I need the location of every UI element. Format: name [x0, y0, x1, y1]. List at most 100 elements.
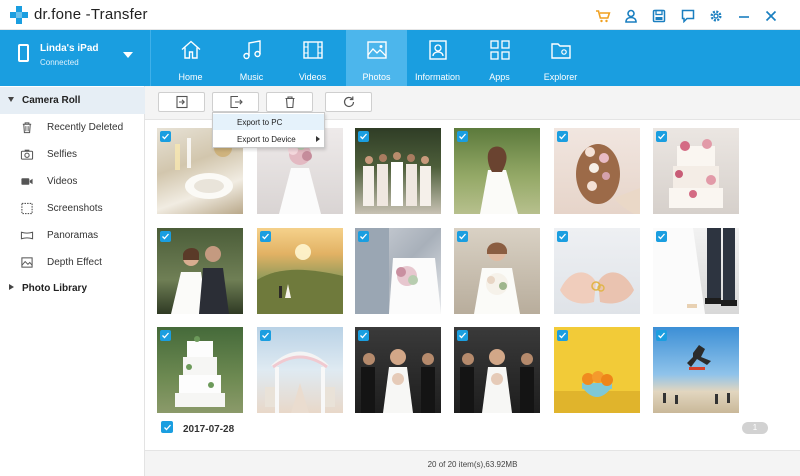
checkbox-icon[interactable]	[160, 330, 171, 341]
settings-icon[interactable]	[707, 7, 725, 25]
sidebar-item-label: Depth Effect	[47, 257, 102, 268]
menu-item-export-to-device[interactable]: Export to Device	[213, 131, 324, 147]
sidebar-item-recently-deleted[interactable]: Recently Deleted	[0, 114, 145, 141]
cart-icon[interactable]	[594, 7, 612, 25]
sidebar-item-camera-roll[interactable]: Camera Roll	[0, 87, 145, 114]
sidebar-item-label: Photo Library	[22, 283, 88, 294]
user-icon[interactable]	[622, 7, 640, 25]
checkbox-icon[interactable]	[457, 131, 468, 142]
photo-thumbnail[interactable]	[454, 327, 540, 413]
tab-apps[interactable]: Apps	[469, 30, 530, 86]
photo-thumbnail[interactable]	[355, 228, 441, 314]
music-icon	[242, 40, 261, 60]
drfone-logo-icon	[10, 6, 28, 24]
tab-explorer[interactable]: Explorer	[530, 30, 591, 86]
sidebar-item-label: Panoramas	[47, 230, 99, 241]
photo-thumbnail[interactable]	[355, 128, 441, 214]
checkbox-icon[interactable]	[557, 231, 568, 242]
video-camera-icon	[21, 178, 33, 185]
trash-icon	[22, 122, 32, 134]
feedback-icon[interactable]	[679, 7, 697, 25]
import-icon	[175, 95, 188, 109]
status-text: 20 of 20 item(s),63.92MB	[427, 460, 518, 469]
photo-thumbnail[interactable]	[454, 228, 540, 314]
sidebar-item-screenshots[interactable]: Screenshots	[0, 195, 145, 222]
checkbox-icon[interactable]	[656, 131, 667, 142]
tab-information[interactable]: Information	[407, 30, 468, 86]
refresh-button[interactable]	[325, 92, 372, 112]
photo-thumbnail[interactable]	[653, 128, 739, 214]
title-bar: dr.fone -Transfer	[0, 0, 800, 30]
checkbox-icon[interactable]	[160, 231, 171, 242]
photos-icon	[366, 41, 387, 59]
photo-thumbnail[interactable]	[157, 228, 243, 314]
sidebar-item-selfies[interactable]: Selfies	[0, 141, 145, 168]
photo-thumbnail[interactable]	[157, 327, 243, 413]
tab-label: Explorer	[543, 72, 578, 82]
photo-thumbnail[interactable]	[554, 128, 640, 214]
photo-thumbnail[interactable]	[554, 327, 640, 413]
close-icon[interactable]	[762, 7, 780, 25]
header-divider	[150, 30, 151, 86]
checkbox-icon[interactable]	[161, 421, 173, 433]
photo-thumbnail[interactable]	[554, 228, 640, 314]
device-name: Linda's iPad	[40, 43, 99, 54]
delete-button[interactable]	[266, 92, 313, 112]
trash-icon	[285, 96, 294, 109]
device-selector[interactable]: Linda's iPad Connected	[0, 30, 150, 86]
chevron-right-icon[interactable]	[9, 284, 14, 290]
apps-icon	[489, 40, 510, 60]
menu-item-export-to-pc[interactable]: Export to PC	[213, 114, 324, 130]
camera-icon	[20, 149, 34, 160]
date-group-row: 2017-07-28 1	[145, 416, 800, 438]
sidebar: Camera Roll Recently Deleted Selfies Vid…	[0, 86, 145, 476]
photo-thumbnail[interactable]	[653, 228, 739, 314]
sidebar-item-videos[interactable]: Videos	[0, 168, 145, 195]
photo-thumbnail[interactable]	[257, 327, 343, 413]
depth-effect-icon	[21, 257, 33, 268]
sidebar-item-depth-effect[interactable]: Depth Effect	[0, 249, 145, 276]
photo-thumbnail[interactable]	[355, 327, 441, 413]
minimize-icon[interactable]	[735, 7, 753, 25]
sidebar-item-label: Selfies	[47, 149, 78, 160]
page-indicator[interactable]: 1	[742, 422, 768, 434]
checkbox-icon[interactable]	[457, 231, 468, 242]
refresh-icon	[343, 96, 354, 108]
export-menu: Export to PC Export to Device	[212, 112, 325, 148]
tab-label: Music	[239, 72, 264, 82]
tab-home[interactable]: Home	[160, 30, 221, 86]
save-icon[interactable]	[650, 7, 668, 25]
export-button[interactable]	[212, 92, 259, 112]
checkbox-icon[interactable]	[557, 131, 568, 142]
sidebar-item-panoramas[interactable]: Panoramas	[0, 222, 145, 249]
checkbox-icon[interactable]	[358, 231, 369, 242]
menu-item-label: Export to PC	[237, 118, 283, 127]
sidebar-item-label: Recently Deleted	[47, 122, 124, 133]
sidebar-item-label: Videos	[47, 176, 78, 187]
tab-music[interactable]: Music	[221, 30, 282, 86]
app-title: dr.fone -Transfer	[34, 6, 148, 23]
chevron-down-icon[interactable]	[123, 52, 133, 58]
tab-label: Information	[414, 72, 461, 82]
checkbox-icon[interactable]	[160, 131, 171, 142]
checkbox-icon[interactable]	[260, 231, 271, 242]
checkbox-icon[interactable]	[557, 330, 568, 341]
checkbox-icon[interactable]	[656, 231, 667, 242]
tab-label: Home	[178, 72, 203, 82]
home-icon	[181, 40, 200, 59]
checkbox-icon[interactable]	[358, 330, 369, 341]
status-bar: 20 of 20 item(s),63.92MB	[145, 450, 800, 476]
checkbox-icon[interactable]	[260, 330, 271, 341]
chevron-down-icon[interactable]	[8, 97, 14, 102]
checkbox-icon[interactable]	[656, 330, 667, 341]
checkbox-icon[interactable]	[358, 131, 369, 142]
panorama-icon	[20, 231, 34, 240]
import-button[interactable]	[158, 92, 205, 112]
photo-thumbnail[interactable]	[454, 128, 540, 214]
photo-thumbnail[interactable]	[653, 327, 739, 413]
checkbox-icon[interactable]	[457, 330, 468, 341]
tab-videos[interactable]: Videos	[282, 30, 343, 86]
sidebar-item-photo-library[interactable]: Photo Library	[0, 275, 145, 302]
tab-photos[interactable]: Photos	[346, 30, 407, 86]
photo-thumbnail[interactable]	[257, 228, 343, 314]
